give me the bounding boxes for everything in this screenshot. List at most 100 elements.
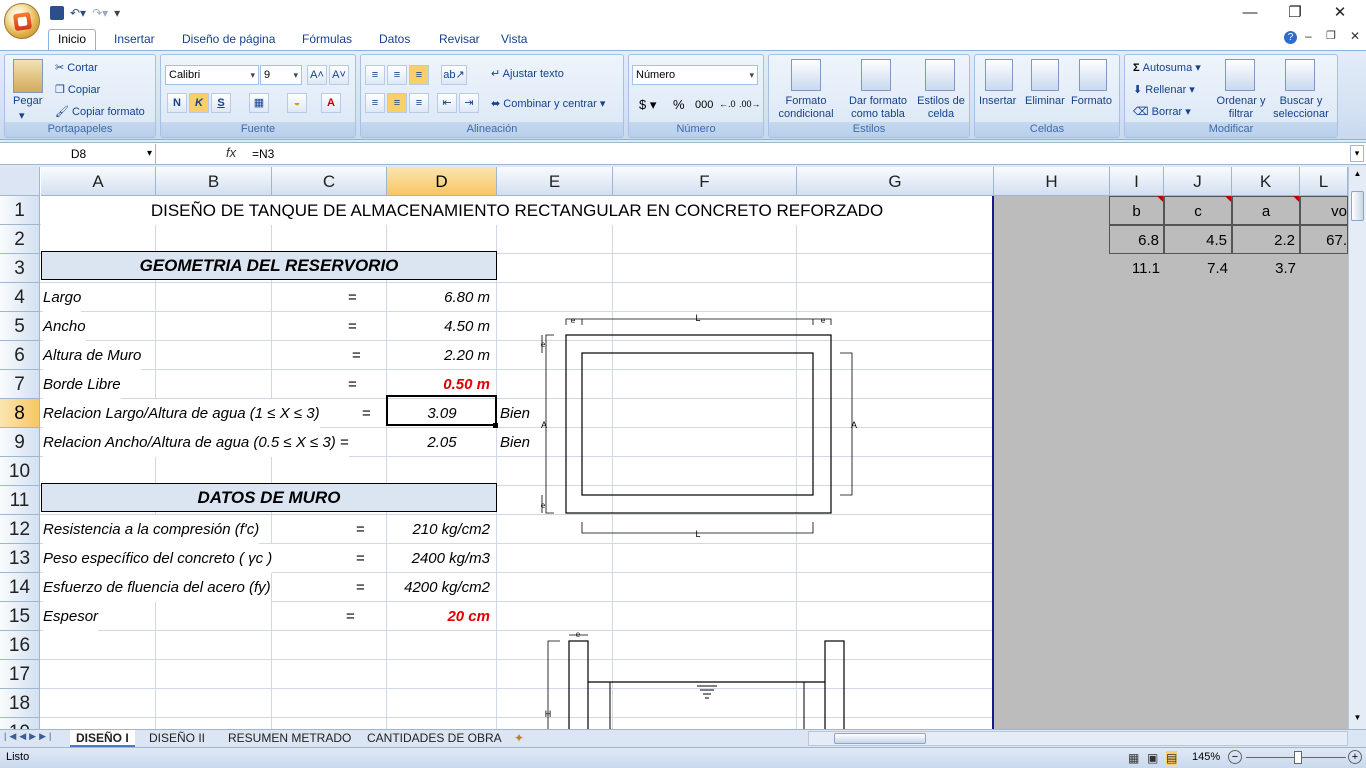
row-header[interactable]: 10 xyxy=(0,457,40,486)
align-bottom-icon[interactable]: ≡ xyxy=(409,65,429,85)
new-sheet-icon[interactable]: ✦ xyxy=(514,731,524,745)
conditional-format-button[interactable]: Formato condicional xyxy=(773,95,839,121)
column-header[interactable]: A xyxy=(41,167,156,196)
ribbon-close-icon[interactable]: ✕ xyxy=(1350,29,1360,43)
copy-button[interactable]: ❐ Copiar xyxy=(55,83,100,96)
row-header[interactable]: 12 xyxy=(0,515,40,544)
delete-cells-icon[interactable] xyxy=(1031,59,1059,91)
bold-button[interactable]: N xyxy=(167,93,187,113)
row-header[interactable]: 4 xyxy=(0,283,40,312)
fill-color-icon[interactable]: ◒ xyxy=(287,93,307,113)
decrease-indent-icon[interactable]: ⇤ xyxy=(437,93,457,113)
row-header[interactable]: 2 xyxy=(0,225,40,254)
sheet-tab-cantidades[interactable]: CANTIDADES DE OBRA xyxy=(361,730,508,747)
scroll-up-icon[interactable]: ▲ xyxy=(1351,169,1364,181)
format-cells-button[interactable]: Formato xyxy=(1071,95,1112,107)
increase-decimal-icon[interactable]: ←.0 xyxy=(719,99,736,109)
minimize-button[interactable]: — xyxy=(1230,2,1270,24)
row-header[interactable]: 13 xyxy=(0,544,40,573)
autosum-button[interactable]: Σ Autosuma ▾ xyxy=(1133,61,1201,74)
delete-cells-button[interactable]: Eliminar xyxy=(1025,95,1065,107)
expand-formula-icon[interactable]: ▾ xyxy=(1350,145,1364,162)
cell-styles-icon[interactable] xyxy=(925,59,955,91)
zoom-level[interactable]: 145% xyxy=(1192,751,1220,763)
row-header[interactable]: 1 xyxy=(0,196,40,225)
percent-button[interactable]: % xyxy=(673,97,685,112)
binoculars-icon[interactable] xyxy=(1285,59,1315,91)
page-break-icon[interactable]: ▤ xyxy=(1166,751,1178,765)
underline-button[interactable]: S xyxy=(211,93,231,113)
insert-function-icon[interactable]: fx xyxy=(226,145,236,160)
customize-qat-icon[interactable]: ▾ xyxy=(114,6,120,20)
orientation-icon[interactable]: ab↗ xyxy=(441,65,467,85)
row-header[interactable]: 8 xyxy=(0,399,40,428)
column-header[interactable]: L xyxy=(1300,167,1348,196)
insert-cells-icon[interactable] xyxy=(985,59,1013,91)
sheet-nav-icon[interactable]: |◀◀▶▶| xyxy=(4,731,54,742)
row-header[interactable]: 3 xyxy=(0,254,40,283)
tab-revisar[interactable]: Revisar xyxy=(430,30,489,50)
align-center-icon[interactable]: ≡ xyxy=(387,93,407,113)
insert-cells-button[interactable]: Insertar xyxy=(979,95,1016,107)
column-header[interactable]: F xyxy=(613,167,797,196)
shrink-font-button[interactable]: A˅ xyxy=(329,65,349,85)
row-header[interactable]: 11 xyxy=(0,486,40,515)
row-header[interactable]: 19 xyxy=(0,718,40,729)
format-as-table-icon[interactable] xyxy=(861,59,891,91)
increase-indent-icon[interactable]: ⇥ xyxy=(459,93,479,113)
cut-button[interactable]: ✂ Cortar xyxy=(55,61,98,74)
tab-datos[interactable]: Datos xyxy=(370,30,419,50)
row-header[interactable]: 7 xyxy=(0,370,40,399)
paste-button[interactable]: Pegar xyxy=(13,95,42,107)
column-header[interactable]: H xyxy=(994,167,1110,196)
zoom-out-icon[interactable]: − xyxy=(1228,750,1242,764)
cell-styles-button[interactable]: Estilos de celda xyxy=(913,95,969,121)
align-right-icon[interactable]: ≡ xyxy=(409,93,429,113)
font-size-combo[interactable]: 9 xyxy=(260,65,302,85)
vertical-scrollbar[interactable]: ▲ ▼ xyxy=(1348,167,1366,729)
normal-view-icon[interactable]: ▦ xyxy=(1128,751,1139,765)
borders-icon[interactable]: ▦ xyxy=(249,93,269,113)
row-header[interactable]: 6 xyxy=(0,341,40,370)
thousands-button[interactable]: 000 xyxy=(695,99,713,111)
font-color-icon[interactable]: A xyxy=(321,93,341,113)
scroll-thumb[interactable] xyxy=(1351,191,1364,221)
active-cell[interactable] xyxy=(386,395,497,426)
save-icon[interactable] xyxy=(50,6,64,20)
horizontal-scrollbar[interactable] xyxy=(808,731,1348,746)
align-top-icon[interactable]: ≡ xyxy=(365,65,385,85)
sort-filter-button[interactable]: Ordenar y filtrar xyxy=(1215,95,1267,121)
currency-button[interactable]: $ ▾ xyxy=(639,97,656,113)
sheet-tab-diseno-i[interactable]: DISEÑO I xyxy=(70,730,135,747)
align-middle-icon[interactable]: ≡ xyxy=(387,65,407,85)
decrease-decimal-icon[interactable]: .00→ xyxy=(739,99,761,109)
sheet-tab-resumen[interactable]: RESUMEN METRADO xyxy=(222,730,357,747)
find-select-button[interactable]: Buscar y seleccionar xyxy=(1267,95,1335,121)
tab-formulas[interactable]: Fórmulas xyxy=(293,30,361,50)
column-header[interactable]: D xyxy=(387,167,497,196)
h-scroll-thumb[interactable] xyxy=(834,733,926,744)
ribbon-minimize-icon[interactable]: – xyxy=(1305,29,1312,43)
italic-button[interactable]: K xyxy=(189,93,209,113)
row-header[interactable]: 17 xyxy=(0,660,40,689)
page-layout-icon[interactable]: ▣ xyxy=(1147,751,1158,765)
row-header[interactable]: 16 xyxy=(0,631,40,660)
fill-button[interactable]: ⬇ Rellenar ▾ xyxy=(1133,83,1195,96)
scroll-down-icon[interactable]: ▼ xyxy=(1351,713,1364,725)
row-header[interactable]: 18 xyxy=(0,689,40,718)
clear-button[interactable]: ⌫ Borrar ▾ xyxy=(1133,105,1191,118)
format-as-table-button[interactable]: Dar formato como tabla xyxy=(843,95,913,121)
column-header[interactable]: E xyxy=(497,167,613,196)
sheet-tab-diseno-ii[interactable]: DISEÑO II xyxy=(143,730,211,747)
row-header[interactable]: 5 xyxy=(0,312,40,341)
undo-icon[interactable]: ↶▾ xyxy=(70,6,86,20)
column-header[interactable]: K xyxy=(1232,167,1300,196)
column-header[interactable]: C xyxy=(272,167,387,196)
zoom-in-icon[interactable]: + xyxy=(1348,750,1362,764)
grow-font-button[interactable]: A˄ xyxy=(307,65,327,85)
select-all-corner[interactable] xyxy=(0,167,40,196)
tab-insertar[interactable]: Insertar xyxy=(105,30,164,50)
font-name-combo[interactable]: Calibri xyxy=(165,65,259,85)
tab-vista[interactable]: Vista xyxy=(492,30,536,50)
wrap-text-button[interactable]: ↵ Ajustar texto xyxy=(491,67,564,80)
